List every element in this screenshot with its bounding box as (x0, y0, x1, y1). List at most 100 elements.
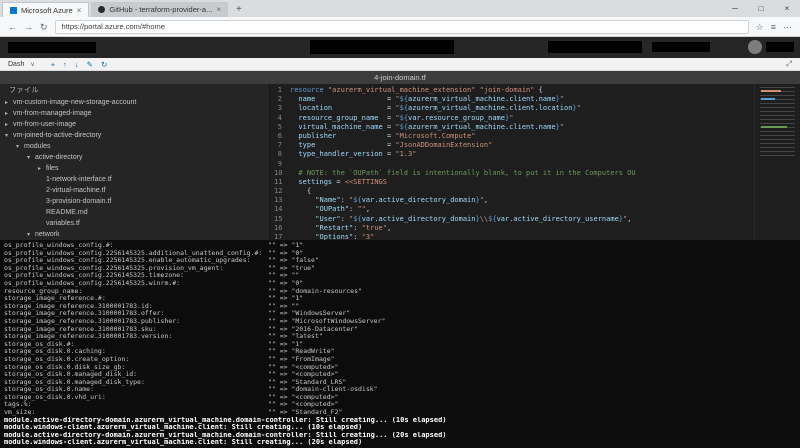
code-token: resource_group_name (290, 113, 379, 122)
minimize-button[interactable]: ─ (722, 0, 748, 17)
terraform-value: "" => "false" (268, 257, 319, 265)
terminal-line: storage_os_disk.0.managed_disk_type: "" =… (4, 379, 796, 387)
terminal-line: storage_os_disk.0.caching: "" => "ReadWri… (4, 348, 796, 356)
code-token: ${ (399, 113, 409, 122)
forward-button[interactable]: → (24, 17, 33, 37)
twisty-icon: ▾ (27, 232, 31, 238)
code-token: type_handler_version (290, 150, 383, 159)
terraform-value: "" => "Standard_F2" (268, 409, 343, 417)
tree-item-variables.tf[interactable]: variables.tf (0, 218, 269, 229)
terminal-line: storage_image_reference.3100001783.sku: "… (4, 326, 796, 334)
redacted-search-box (310, 40, 454, 54)
code-token: var.resource_group_name (408, 113, 505, 122)
terraform-value: "" => "" (268, 302, 300, 310)
url-field[interactable]: https://portal.azure.com/#home (54, 19, 749, 34)
hub-icon[interactable]: ≡ (771, 17, 776, 37)
new-dashboard-icon[interactable]: + (51, 60, 55, 69)
code-token: , (627, 214, 632, 223)
code-token: var.active_directory_username (496, 214, 619, 223)
line-number: 12 (274, 187, 283, 196)
code-token: virtual_machine_name (290, 122, 383, 131)
code-token: "true" (361, 223, 387, 232)
twisty-icon: ▸ (38, 166, 42, 172)
tree-item-files[interactable]: ▸ files (0, 163, 269, 174)
redacted-region (766, 42, 794, 52)
terminal-line: storage_image_reference.3100001783.publi… (4, 318, 796, 326)
tree-item-modules[interactable]: ▾ modules (0, 141, 269, 152)
tree-item-vm-custom-image-new-storage-account[interactable]: ▸ vm-custom-image-new-storage-account (0, 97, 269, 108)
redacted-region (8, 42, 96, 53)
tree-item-vm-from-managed-image[interactable]: ▸ vm-from-managed-image (0, 108, 269, 119)
code-token: , (483, 196, 489, 205)
tree-item-vm-joined-to-active-directory[interactable]: ▾ vm-joined-to-active-directory (0, 130, 269, 141)
edit-icon[interactable]: ✎ (87, 60, 93, 69)
tree-item-network[interactable]: ▾ network (0, 229, 269, 240)
terraform-attribute: os_profile_windows_config.#: (4, 242, 114, 249)
code-pane[interactable]: 1 resource "azurerm_virtual_machine_exten… (270, 84, 800, 240)
code-token: = (386, 95, 396, 104)
window-controls: ─ □ × (722, 0, 800, 17)
terraform-attribute: storage_os_disk.0.disk_size_gb: (4, 363, 126, 371)
terraform-attribute: os_profile_windows_config.2256145325.add… (4, 249, 263, 257)
tree-item-active-directory[interactable]: ▾ active-directory (0, 152, 269, 163)
tree-item-label: vm-from-user-image (13, 121, 77, 128)
minimap[interactable] (754, 84, 800, 240)
terminal-line: storage_os_disk.0.create_option: "" => "F… (4, 356, 796, 364)
tree-item-3-provision-domain.tf[interactable]: 3-provision-domain.tf (0, 196, 269, 207)
tree-item-2-virtual-machine.tf[interactable]: 2-virtual-machine.tf (0, 185, 269, 196)
code-editor: ファイル ▸ vm-custom-image-new-storage-accoun… (0, 84, 800, 240)
tree-item-README.md[interactable]: README.md (0, 207, 269, 218)
refresh-icon[interactable]: ↻ (101, 60, 107, 69)
favorites-star-icon[interactable]: ☆ (756, 17, 764, 37)
terraform-value: "" => "domain-resources" (268, 287, 362, 295)
code-line: 14 "OUPath": "", (274, 205, 752, 214)
code-token: : (353, 223, 362, 232)
twisty-icon: ▸ (5, 100, 9, 106)
tab-close-icon[interactable]: × (77, 6, 82, 15)
code-token: , (386, 223, 392, 232)
refresh-button[interactable]: ↻ (40, 17, 48, 37)
code-token: ${ (488, 214, 497, 223)
code-line: 17 "Options": "3" (274, 233, 752, 240)
azure-favicon (10, 6, 17, 14)
upload-icon[interactable]: ↑ (63, 60, 67, 69)
tab-microsoft-azure[interactable]: Microsoft Azure × (2, 2, 90, 17)
avatar[interactable] (748, 40, 762, 54)
code-token: "Options" (315, 233, 354, 240)
download-icon[interactable]: ↓ (75, 60, 79, 69)
code-token: var.active_directory_domain (361, 214, 476, 223)
more-options-icon[interactable]: ⋯ (783, 17, 792, 37)
terraform-value: "" => "1" (268, 295, 304, 303)
terminal-line: os_profile_windows_config.2256145325.ena… (4, 257, 796, 265)
terraform-attribute: storage_os_disk.0.create_option: (4, 355, 130, 363)
tree-item-label: 3-provision-domain.tf (46, 198, 112, 205)
tab-close-icon[interactable]: × (216, 5, 221, 14)
new-tab-button[interactable]: + (228, 2, 250, 17)
terminal-status-line: module.windows-client.azurerm_virtual_ma… (4, 424, 363, 432)
maximize-button[interactable]: □ (748, 0, 774, 17)
close-button[interactable]: × (774, 0, 800, 17)
dashboard-label[interactable]: Dash (8, 61, 24, 68)
terraform-attribute: storage_image_reference.3100001783.offer… (4, 310, 165, 318)
terraform-attribute: os_profile_windows_config.2256145325.pro… (4, 264, 224, 272)
back-button[interactable]: ← (8, 17, 17, 37)
terraform-value: "" => "<computed>" (268, 371, 339, 379)
terraform-attribute: storage_os_disk.0.name: (4, 386, 95, 394)
code-line: 10 # NOTE: the `OUPath` field is intenti… (274, 169, 752, 178)
code-token: azurerm_virtual_machine.client.location (408, 104, 573, 113)
tab-github[interactable]: GitHub - terraform-provider-a... × (91, 2, 228, 17)
terminal-output[interactable]: os_profile_windows_config.#: "" => "1" os_… (0, 240, 800, 448)
code-line: 4 resource_group_name = " ${var.resource_… (274, 114, 752, 123)
chevron-down-icon[interactable]: ∨ (30, 61, 34, 68)
terraform-attribute: os_profile_windows_config.2256145325.ena… (4, 257, 251, 265)
fullscreen-icon[interactable]: ⤢ (786, 59, 792, 69)
tree-item-1-network-interface.tf[interactable]: 1-network-interface.tf (0, 174, 269, 185)
redacted-region (652, 42, 710, 52)
tree-item-vm-from-user-image[interactable]: ▸ vm-from-user-image (0, 119, 269, 130)
line-number: 14 (274, 205, 283, 214)
tree-item-label: vm-joined-to-active-directory (13, 132, 102, 139)
